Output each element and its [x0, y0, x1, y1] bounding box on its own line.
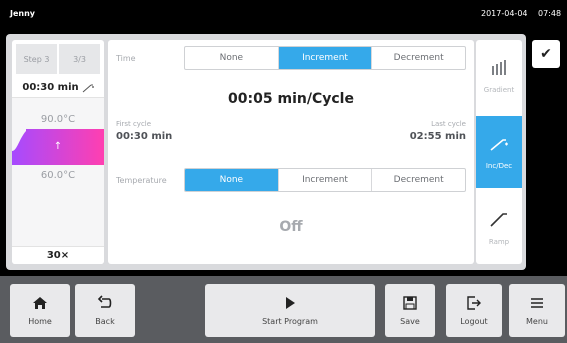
- time-increment-value[interactable]: 00:05 min/Cycle: [108, 91, 474, 107]
- step-tabs: Step 3 3/3: [16, 44, 100, 74]
- temperature-label: Temperature: [116, 176, 167, 185]
- home-label: Home: [28, 317, 52, 326]
- temp-option-increment[interactable]: Increment: [279, 169, 373, 191]
- tool-incdec[interactable]: Inc/Dec: [476, 116, 522, 188]
- logout-label: Logout: [460, 317, 488, 326]
- temp-low: 60.0°C: [40, 170, 76, 181]
- save-button[interactable]: Save: [385, 284, 435, 337]
- home-icon: [33, 297, 47, 309]
- arrow-up-icon: ↑: [53, 141, 63, 152]
- status-time: 07:48: [538, 9, 562, 18]
- menu-button[interactable]: Menu: [509, 284, 565, 337]
- menu-label: Menu: [526, 317, 548, 326]
- back-icon: [97, 295, 112, 308]
- tool-gradient[interactable]: Gradient: [476, 40, 522, 112]
- temp-high: 90.0°C: [40, 114, 76, 125]
- bottom-toolbar: Home Back Start Program Save Logout Menu: [0, 276, 567, 343]
- confirm-button[interactable]: ✔: [532, 40, 560, 68]
- step-label[interactable]: Step 3: [16, 44, 57, 74]
- increment-icon: [82, 84, 94, 92]
- time-option-decrement[interactable]: Decrement: [372, 47, 465, 69]
- inc-dec-editor: Time None Increment Decrement 00:05 min/…: [108, 40, 474, 264]
- first-cycle-label: First cycle: [116, 120, 152, 128]
- time-label: Time: [116, 54, 136, 63]
- status-date: 2017-04-04: [481, 9, 528, 18]
- menu-icon: [531, 298, 543, 308]
- time-mode-selector: None Increment Decrement: [184, 46, 466, 70]
- back-button[interactable]: Back: [75, 284, 135, 337]
- home-button[interactable]: Home: [10, 284, 70, 337]
- tool-ramp-label: Ramp: [488, 238, 510, 246]
- program-editor-panel: Step 3 3/3 00:30 min 90.0°C ↑ 60.0°C 30×…: [6, 34, 526, 270]
- temp-option-decrement[interactable]: Decrement: [372, 169, 465, 191]
- last-cycle-value: 02:55 min: [409, 131, 466, 142]
- step-time-value: 00:30 min: [22, 82, 79, 93]
- first-cycle-value: 00:30 min: [116, 131, 173, 142]
- time-option-none[interactable]: None: [185, 47, 279, 69]
- save-label: Save: [400, 317, 420, 326]
- user-name: Jenny: [10, 9, 36, 18]
- play-icon: [286, 297, 295, 309]
- step-time[interactable]: 00:30 min: [12, 78, 104, 98]
- incdec-icon: [490, 139, 508, 151]
- temp-option-none[interactable]: None: [185, 169, 279, 191]
- step-summary: Step 3 3/3 00:30 min 90.0°C ↑ 60.0°C 30×: [12, 40, 104, 264]
- last-cycle-label: Last cycle: [431, 120, 466, 128]
- tool-ramp[interactable]: Ramp: [476, 192, 522, 264]
- time-option-increment[interactable]: Increment: [278, 47, 373, 69]
- logout-icon: [467, 296, 481, 310]
- logout-button[interactable]: Logout: [446, 284, 502, 337]
- start-program-label: Start Program: [262, 317, 318, 326]
- status-bar: Jenny 2017-04-04 07:48: [0, 0, 567, 28]
- save-icon: [403, 296, 417, 310]
- temperature-value: Off: [279, 219, 303, 235]
- ramp-icon: [490, 213, 507, 227]
- step-count[interactable]: 3/3: [59, 44, 100, 74]
- tool-incdec-label: Inc/Dec: [485, 162, 513, 170]
- screen: Jenny 2017-04-04 07:48 Step 3 3/3 00:30 …: [0, 0, 567, 343]
- tool-gradient-label: Gradient: [483, 86, 515, 94]
- back-label: Back: [95, 317, 115, 326]
- start-program-button[interactable]: Start Program: [205, 284, 375, 337]
- mode-toolbar: Gradient Inc/Dec Ramp: [476, 40, 522, 264]
- cycle-count[interactable]: 30×: [12, 246, 104, 264]
- temperature-mode-selector: None Increment Decrement: [184, 168, 466, 192]
- checkmark-icon: ✔: [540, 46, 552, 62]
- gradient-icon: [492, 60, 506, 75]
